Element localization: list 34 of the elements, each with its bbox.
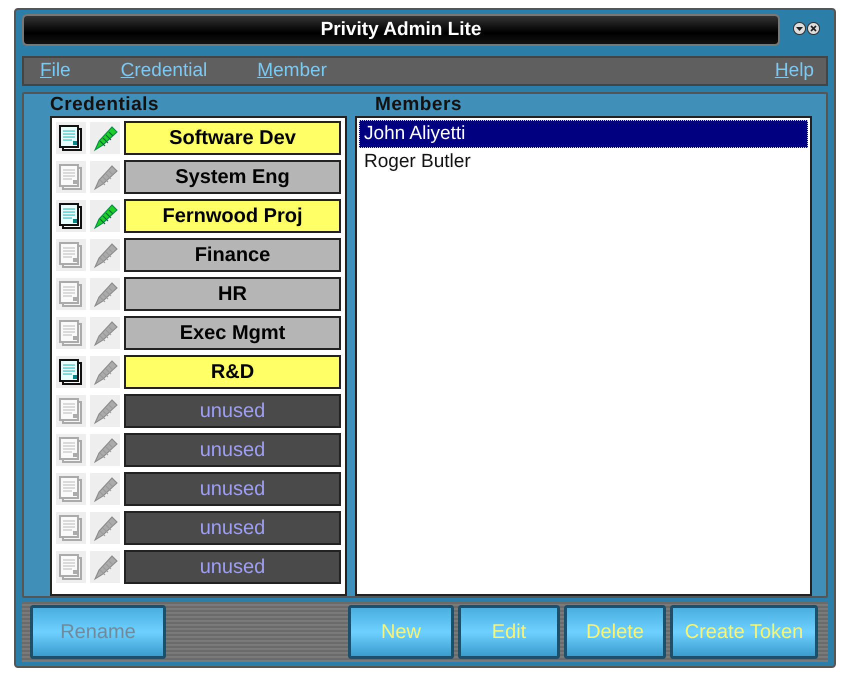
credential-name[interactable]: unused bbox=[124, 433, 341, 467]
window-title: Privity Admin Lite bbox=[22, 14, 780, 46]
document-icon[interactable] bbox=[58, 358, 84, 386]
pen-icon[interactable] bbox=[92, 475, 118, 503]
minimize-icon[interactable] bbox=[793, 22, 806, 35]
pen-icon[interactable] bbox=[92, 163, 118, 191]
credential-name[interactable]: unused bbox=[124, 511, 341, 545]
menu-item[interactable]: Member bbox=[257, 56, 327, 86]
credential-name[interactable]: R&D bbox=[124, 355, 341, 389]
pen-icon[interactable] bbox=[92, 241, 118, 269]
menu-item[interactable]: Help bbox=[774, 56, 814, 86]
credential-name[interactable]: unused bbox=[124, 472, 341, 506]
list-row[interactable]: Roger Butler bbox=[359, 148, 808, 176]
pen-icon[interactable] bbox=[92, 436, 118, 464]
pen-icon[interactable] bbox=[92, 553, 118, 581]
document-icon[interactable] bbox=[58, 202, 84, 230]
menu-item[interactable]: File bbox=[40, 56, 71, 86]
close-icon[interactable] bbox=[807, 22, 820, 35]
list-row[interactable]: John Aliyetti bbox=[359, 120, 808, 148]
document-icon[interactable] bbox=[58, 124, 84, 152]
pen-icon[interactable] bbox=[92, 358, 118, 386]
section-heading: Members bbox=[375, 94, 463, 116]
credential-name[interactable]: unused bbox=[124, 394, 341, 428]
pen-icon[interactable] bbox=[92, 202, 118, 230]
credential-name[interactable]: unused bbox=[124, 550, 341, 584]
menu-item[interactable]: Credential bbox=[120, 56, 208, 86]
pen-icon[interactable] bbox=[92, 397, 118, 425]
pen-icon[interactable] bbox=[92, 514, 118, 542]
credential-name[interactable]: Software Dev bbox=[124, 121, 341, 155]
pen-icon[interactable] bbox=[92, 124, 118, 152]
credential-name[interactable]: Fernwood Proj bbox=[124, 199, 341, 233]
pen-icon[interactable] bbox=[92, 319, 118, 347]
pen-icon[interactable] bbox=[92, 280, 118, 308]
section-heading: Credentials bbox=[50, 94, 160, 116]
